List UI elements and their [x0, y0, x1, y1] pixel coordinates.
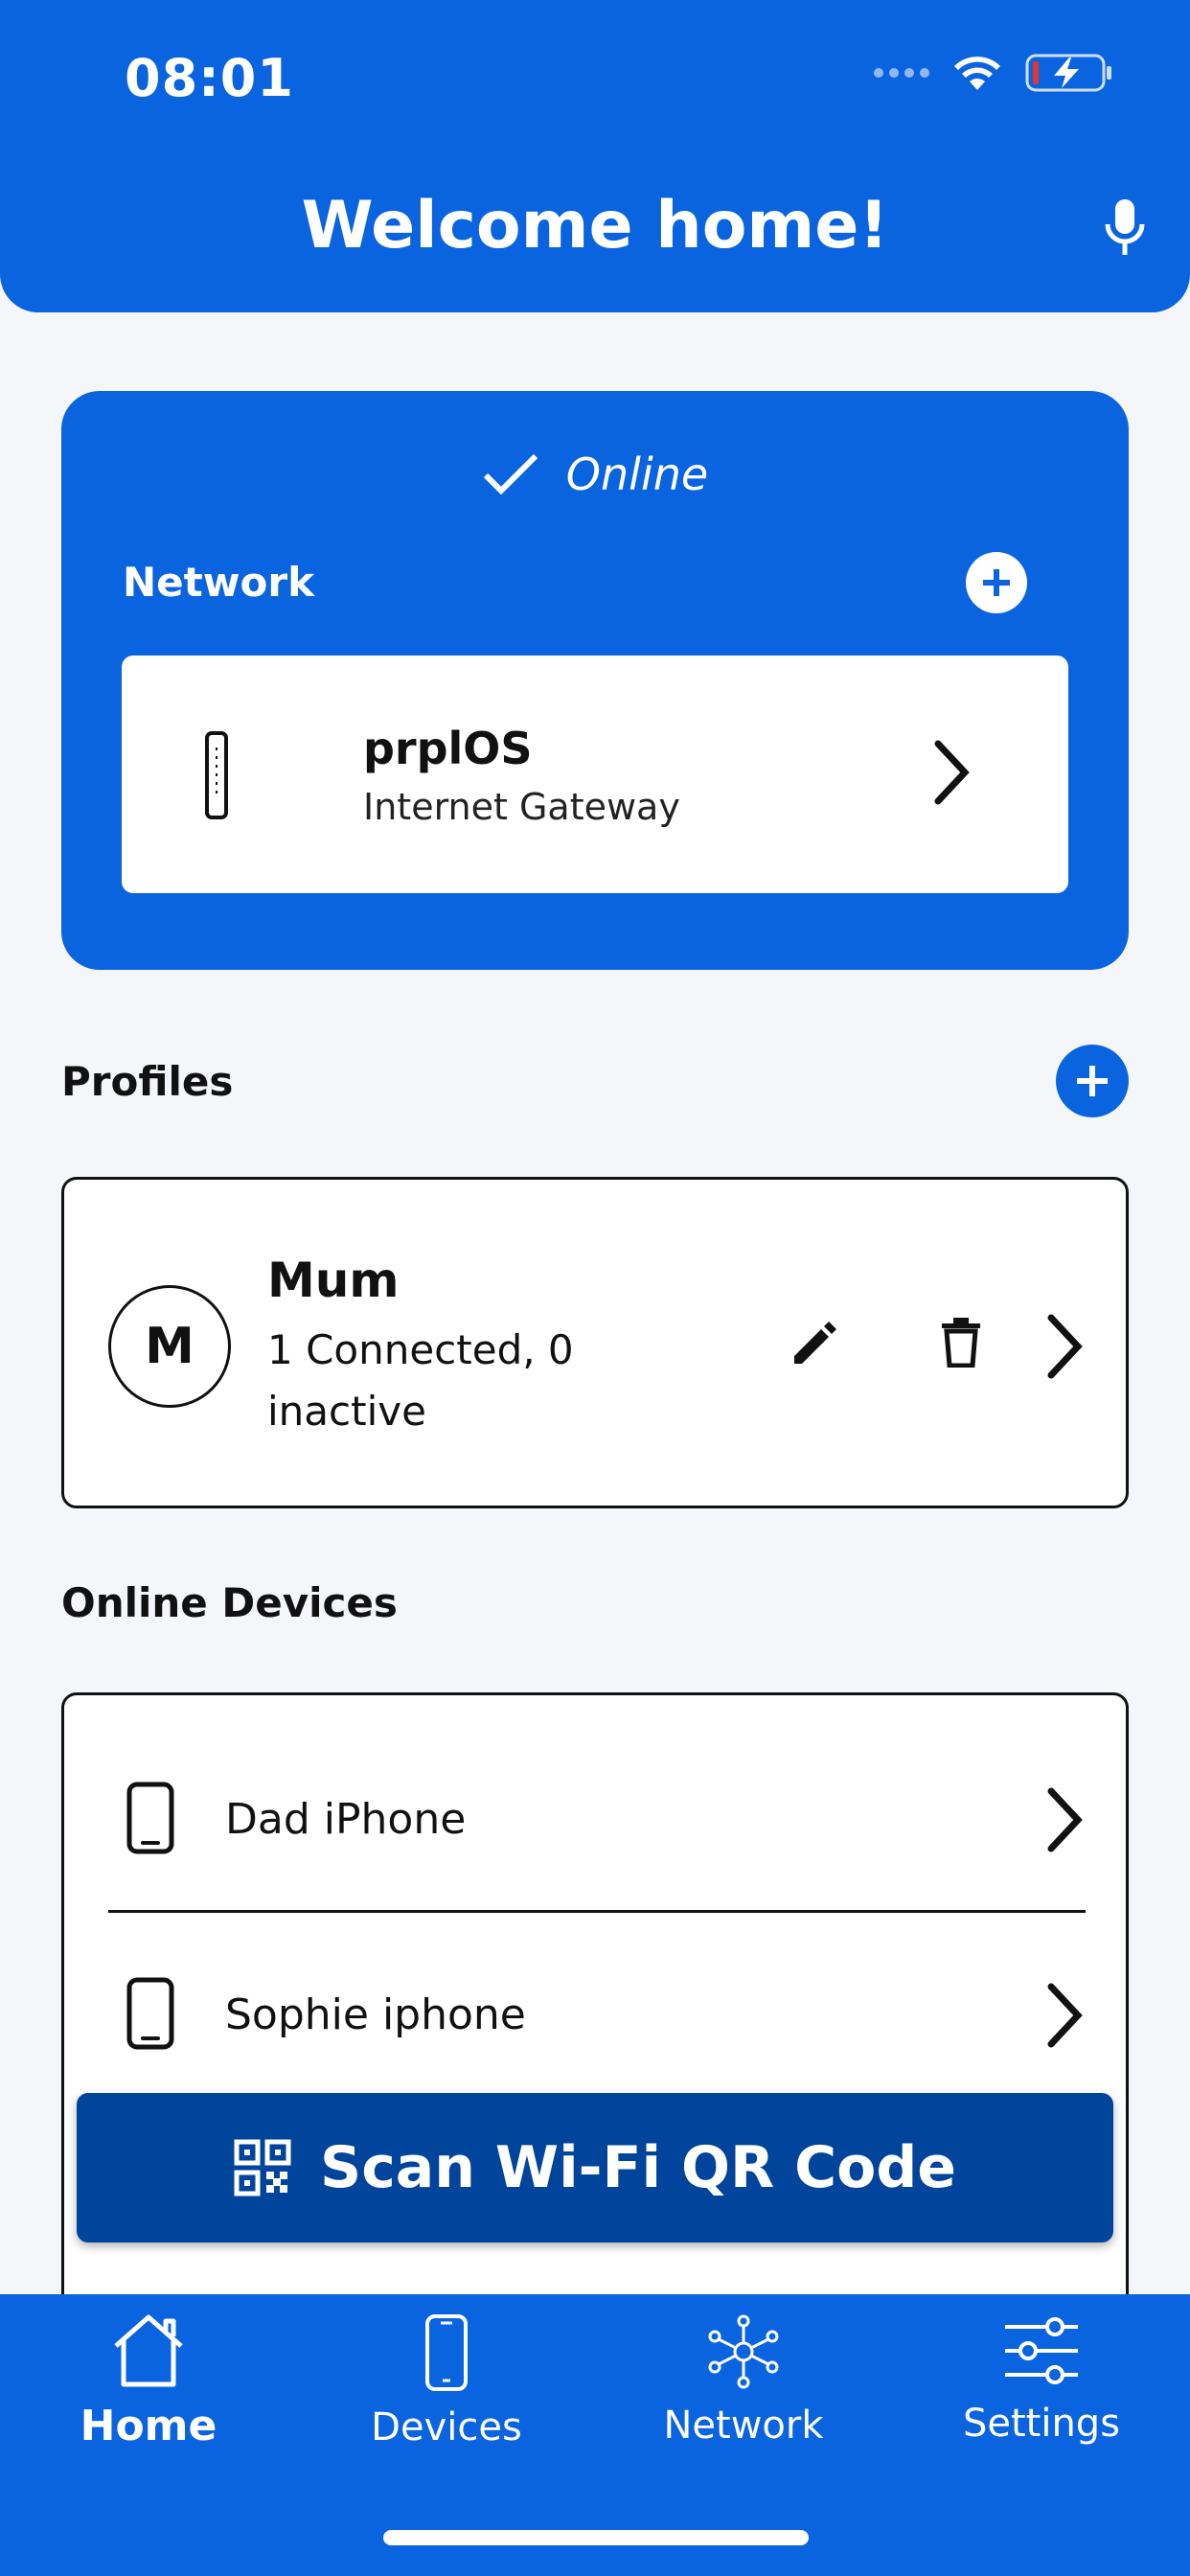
smartphone-icon	[425, 2314, 468, 2391]
network-card: Online Network prplOS Internet Gateway	[61, 391, 1129, 970]
sliders-icon	[1005, 2317, 1078, 2384]
tab-network-label: Network	[663, 2404, 824, 2448]
network-nodes-icon	[708, 2314, 779, 2389]
cellular-signal-icon	[874, 68, 929, 78]
device-name: Sophie iphone	[225, 1990, 526, 2039]
online-status: Online	[61, 448, 1129, 500]
network-label: Network	[123, 559, 315, 606]
add-profile-button[interactable]	[1056, 1045, 1129, 1117]
plus-icon	[1077, 1066, 1108, 1096]
scan-qr-label: Scan Wi-Fi QR Code	[320, 2134, 956, 2201]
router-icon	[205, 731, 228, 819]
app-header: 08:01 Welcome home!	[0, 0, 1190, 312]
device-item[interactable]: Dad iPhone	[64, 1753, 1126, 1887]
profile-name: Mum	[267, 1253, 400, 1308]
profile-card[interactable]: M Mum 1 Connected, 0 inactive	[61, 1177, 1129, 1508]
gateway-item[interactable]: prplOS Internet Gateway	[122, 656, 1068, 893]
add-network-button[interactable]	[966, 552, 1027, 613]
tab-settings[interactable]: Settings	[893, 2313, 1190, 2457]
device-name: Dad iPhone	[225, 1795, 467, 1844]
tab-home-label: Home	[80, 2402, 217, 2450]
edit-icon[interactable]	[789, 1318, 840, 1369]
profile-status: 1 Connected, 0 inactive	[267, 1326, 574, 1435]
chevron-right-icon	[1047, 1983, 1083, 2048]
smartphone-icon	[126, 1977, 174, 2050]
online-devices-list: Dad iPhone Sophie iphone	[61, 1692, 1129, 2363]
tab-devices-label: Devices	[371, 2405, 522, 2450]
profiles-heading: Profiles	[61, 1058, 234, 1105]
chevron-right-icon[interactable]	[1043, 1312, 1086, 1381]
wifi-icon	[954, 57, 1000, 90]
device-item[interactable]: Sophie iphone	[64, 1948, 1126, 2082]
status-time: 08:01	[125, 48, 294, 108]
online-status-text: Online	[565, 448, 709, 500]
smartphone-icon	[126, 1782, 174, 1854]
gateway-name: prplOS	[363, 723, 533, 774]
online-devices-heading: Online Devices	[61, 1579, 398, 1626]
tab-network[interactable]: Network	[595, 2313, 892, 2457]
home-icon	[114, 2314, 183, 2387]
scan-qr-button[interactable]: Scan Wi-Fi QR Code	[77, 2093, 1113, 2242]
status-icons	[874, 52, 1113, 94]
trash-icon[interactable]	[940, 1316, 982, 1368]
page-title: Welcome home!	[301, 188, 889, 264]
tab-settings-label: Settings	[962, 2402, 1121, 2446]
microphone-icon[interactable]	[1102, 196, 1148, 261]
gateway-type: Internet Gateway	[363, 786, 680, 828]
home-indicator[interactable]	[383, 2530, 809, 2545]
chevron-right-icon	[934, 740, 970, 805]
tab-home[interactable]: Home	[0, 2313, 297, 2457]
tab-devices[interactable]: Devices	[298, 2313, 595, 2457]
divider	[108, 1910, 1086, 1913]
check-icon	[483, 453, 538, 495]
plus-icon	[983, 569, 1010, 596]
chevron-right-icon	[1047, 1787, 1083, 1852]
battery-charging-icon	[1025, 54, 1111, 92]
qr-code-icon	[234, 2139, 291, 2196]
avatar: M	[108, 1285, 231, 1408]
